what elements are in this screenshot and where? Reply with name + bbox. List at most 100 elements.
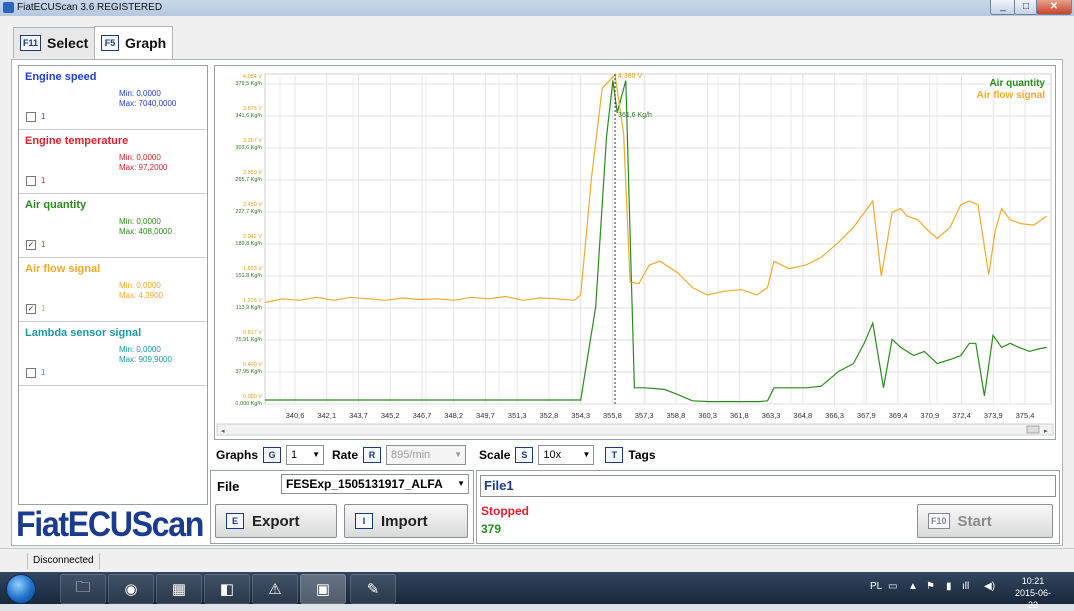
explorer-icon[interactable]: 🗀 <box>60 574 106 604</box>
file-group: File FESExp_1505131917_ALFA ▼ E Export I … <box>210 470 474 544</box>
x-tick-label: 373,9 <box>984 411 1003 420</box>
rate-select[interactable]: 895/min ▼ <box>386 445 467 465</box>
x-tick-label: 346,7 <box>413 411 432 420</box>
horizontal-scrollbar <box>216 423 1054 436</box>
signal-min: Min: 0,0000 <box>119 281 161 290</box>
maximize-button[interactable]: □ <box>1014 0 1038 15</box>
keyboard-icon[interactable]: ▭ <box>888 581 897 592</box>
file-name-field[interactable]: File1 <box>480 475 1056 497</box>
x-tick-label: 370,9 <box>920 411 939 420</box>
f10-key-badge: F10 <box>928 513 950 529</box>
signal-axis: 1 <box>41 304 46 313</box>
warning-icon[interactable]: ⚠ <box>252 574 298 604</box>
volume-icon[interactable]: ◀) <box>984 581 995 592</box>
tab-select[interactable]: F11 Select <box>13 27 96 58</box>
tab-graph-label: Graph <box>125 35 167 51</box>
signal-min: Min: 0,0000 <box>119 153 161 162</box>
x-tick-label: 366,3 <box>825 411 844 420</box>
fiatecuscan-task-icon[interactable]: ▣ <box>300 574 346 604</box>
signal-min: Min: 0,0000 <box>119 89 161 98</box>
export-button[interactable]: E Export <box>215 504 337 538</box>
app-icon <box>3 2 14 13</box>
signal-checkbox[interactable] <box>26 368 36 378</box>
title-bar: FiatECUScan 3.6 REGISTERED _ □ ✕ <box>0 0 1074 16</box>
chrome-icon[interactable]: ◉ <box>108 574 154 604</box>
export-label: Export <box>252 512 300 530</box>
x-tick-label: 354,3 <box>571 411 590 420</box>
action-center-flag-icon[interactable]: ⚑ <box>926 581 935 592</box>
sample-count: 379 <box>481 522 502 536</box>
x-tick-label: 343,7 <box>349 411 368 420</box>
f11-key-badge: F11 <box>20 35 42 51</box>
signal-item[interactable]: Lambda sensor signal Min: 0,0000 Max: 90… <box>19 322 207 386</box>
import-button[interactable]: I Import <box>344 504 468 538</box>
graphs-select[interactable]: 1 ▼ <box>286 445 325 465</box>
y-tick-label-air-flow: 3,267 V <box>243 138 262 144</box>
y-tick-label-air-flow: 2,042 V <box>243 234 262 240</box>
file-select[interactable]: FESExp_1505131917_ALFA ▼ <box>281 474 469 494</box>
s-key-badge: S <box>515 447 534 463</box>
fiatecuscan-logo: FiatECUScan <box>16 505 204 544</box>
tags-label: Tags <box>628 448 656 462</box>
signal-list: Engine speed Min: 0,0000 Max: 7040,0000 … <box>18 65 208 505</box>
y-tick-label-air-quantity: 227,7 Kg/h <box>235 209 262 215</box>
signal-item[interactable]: Engine temperature Min: 0,0000 Max: 97,2… <box>19 130 207 194</box>
show-hidden-icons-icon[interactable]: ▲ <box>908 581 918 592</box>
clock[interactable]: 10:21 2015-06-23 <box>1010 575 1056 611</box>
calculator-icon[interactable]: ▦ <box>156 574 202 604</box>
x-tick-label: 349,7 <box>476 411 495 420</box>
y-tick-label-air-flow: 1,633 V <box>243 266 262 272</box>
r-key-badge: R <box>363 447 382 463</box>
start-label: Start <box>957 512 992 530</box>
x-tick-label: 360,3 <box>698 411 717 420</box>
signal-checkbox[interactable] <box>26 176 36 186</box>
tab-graph[interactable]: F5 Graph <box>94 26 174 59</box>
y-tick-label-air-quantity: 0,000 Kg/h <box>235 401 262 407</box>
network-signal-icon[interactable]: ıll <box>962 581 969 592</box>
signal-checkbox[interactable]: ✓ <box>26 240 36 250</box>
taskbar: 🗀 ◉ ▦ ◧ ⚠ ▣ ✎ PL ▭ ▲ ⚑ ▮ ıll ◀) 10:21 20… <box>0 572 1074 610</box>
chart-svg: 340,6 342,1 343,7 345,2 346,7 348,2 349,7 351,3… <box>216 73 1054 436</box>
battery-icon[interactable]: ▮ <box>946 581 952 592</box>
signal-max: Max: 4,3900 <box>119 291 164 300</box>
y-tick-label-air-quantity: 189,8 Kg/h <box>235 241 262 247</box>
connection-status: Disconnected <box>27 553 100 569</box>
y-tick-label-air-quantity: 113,9 Kg/h <box>236 305 262 311</box>
graphs-label: Graphs <box>216 448 259 462</box>
x-tick-label: 375,4 <box>1016 411 1035 420</box>
file-name-value: File1 <box>484 478 514 493</box>
y-tick-label-air-flow: 1,225 V <box>243 298 262 304</box>
folder-icon[interactable]: ◧ <box>204 574 250 604</box>
signal-name: Engine speed <box>25 71 97 83</box>
signal-max: Max: 909,9000 <box>119 355 172 364</box>
signal-item[interactable]: Air flow signal Min: 0,0000 Max: 4,3900 … <box>19 258 207 322</box>
signal-axis: 1 <box>41 112 46 121</box>
x-tick-label: 358,8 <box>666 411 685 420</box>
x-tick-label: 367,9 <box>857 411 876 420</box>
legend-entry: Air quantity <box>989 78 1045 89</box>
x-tick-label: 363,3 <box>762 411 781 420</box>
clock-date: 2015-06-23 <box>1014 588 1052 610</box>
signal-item[interactable]: Engine speed Min: 0,0000 Max: 7040,0000 … <box>19 66 207 130</box>
t-key-badge[interactable]: T <box>605 447 624 463</box>
y-tick-label-air-flow: 3,675 V <box>243 106 262 112</box>
y-tick-label-air-quantity: 37,95 Kg/h <box>235 369 262 375</box>
x-tick-label: 351,3 <box>508 411 527 420</box>
y-tick-label-air-quantity: 265,7 Kg/h <box>235 177 262 183</box>
y-tick-label-air-quantity: 303,6 Kg/h <box>235 145 262 151</box>
signal-checkbox[interactable]: ✓ <box>26 304 36 314</box>
y-tick-label-air-flow: 0,000 V <box>243 394 262 400</box>
signal-item[interactable]: Air quantity Min: 0,0000 Max: 408,0000 ✓… <box>19 194 207 258</box>
close-button[interactable]: ✕ <box>1036 0 1072 15</box>
tab-select-label: Select <box>47 35 89 51</box>
y-tick-label-air-flow: 0,817 V <box>243 330 262 336</box>
chevron-down-icon: ▼ <box>582 450 591 459</box>
signal-checkbox[interactable] <box>26 112 36 122</box>
start-orb-icon[interactable] <box>6 574 36 604</box>
minimize-button[interactable]: _ <box>990 0 1016 15</box>
language-indicator[interactable]: PL <box>870 581 882 592</box>
start-button[interactable]: F10 Start <box>917 504 1053 538</box>
signal-min: Min: 0,0000 <box>119 217 161 226</box>
paint-icon[interactable]: ✎ <box>350 574 396 604</box>
scale-select[interactable]: 10x ▼ <box>538 445 595 465</box>
